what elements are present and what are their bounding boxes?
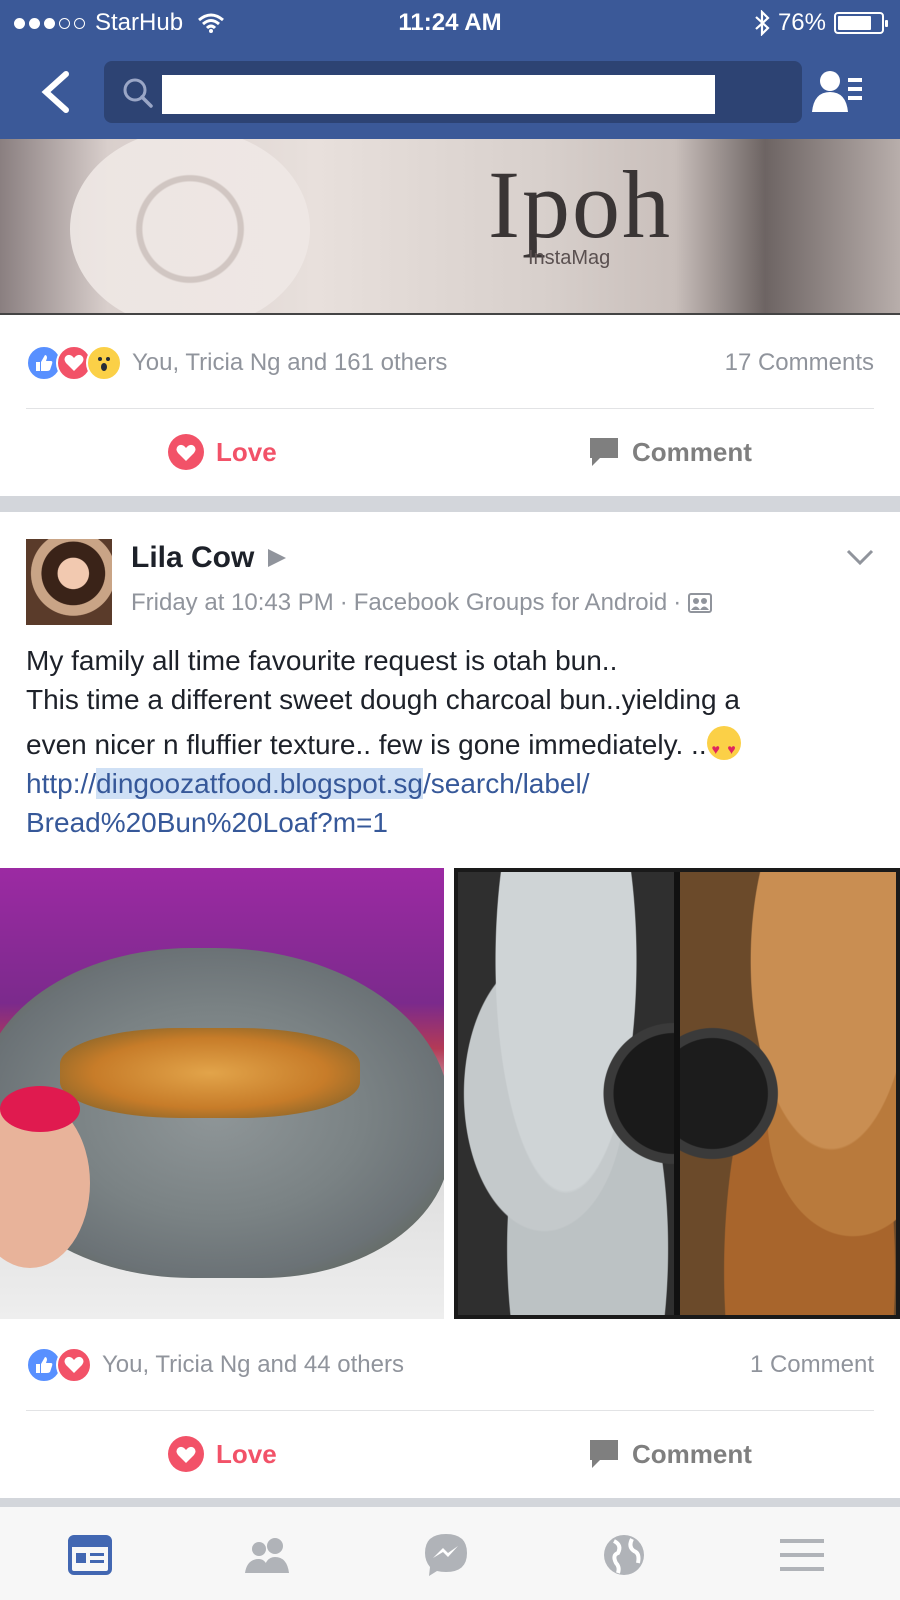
tab-news-feed[interactable] xyxy=(60,1531,120,1579)
post-text-line: My family all time favourite request is … xyxy=(26,645,618,676)
love-label: Love xyxy=(216,436,277,467)
friends-icon xyxy=(245,1538,289,1573)
avatar[interactable] xyxy=(26,539,112,625)
bluetooth-icon xyxy=(755,10,770,36)
lace-decoration xyxy=(70,139,310,313)
post-photo-buns-ring[interactable] xyxy=(454,868,900,1319)
link-highlight[interactable]: dingoozatfood.blogspot.sg xyxy=(96,768,423,799)
post-link[interactable]: http://dingoozatfood.blogspot.sg/search/… xyxy=(26,764,876,803)
back-button[interactable] xyxy=(36,68,76,116)
play-arrow-icon xyxy=(268,549,287,567)
link-prefix[interactable]: http:// xyxy=(26,768,96,799)
battery-percent: 76% xyxy=(777,9,826,36)
friend-requests-icon[interactable] xyxy=(812,68,864,116)
divider xyxy=(26,1410,874,1411)
photo-raw-dough xyxy=(458,872,674,1315)
photo-nail xyxy=(0,1086,80,1132)
tab-friends[interactable] xyxy=(238,1531,298,1579)
feed-separator xyxy=(0,496,900,512)
tab-notifications[interactable] xyxy=(594,1531,654,1579)
post-text-line-with-emoji: even nicer n fluffier texture.. few is g… xyxy=(26,725,876,769)
post-author[interactable]: Lila Cow xyxy=(131,541,288,575)
reaction-left: You, Tricia Ng and 161 others xyxy=(26,345,447,381)
comment-button[interactable]: Comment xyxy=(588,410,752,494)
reactions-text: You, Tricia Ng and 44 others xyxy=(102,1351,404,1378)
reaction-icons xyxy=(26,345,122,381)
reaction-summary[interactable]: You, Tricia Ng and 161 others 17 Comment… xyxy=(26,328,874,398)
news-feed-icon xyxy=(68,1535,112,1575)
post-photo-bun-bite[interactable] xyxy=(0,868,444,1319)
post-text-line: This time a different sweet dough charco… xyxy=(26,684,740,715)
post-text: My family all time favourite request is … xyxy=(26,641,876,842)
top-bar: StarHub 11:24 AM 76% xyxy=(0,0,900,139)
feed-separator xyxy=(0,1498,900,1506)
wow-reaction-icon xyxy=(86,345,122,381)
banner-text: Ipoh xyxy=(488,151,672,258)
link-suffix[interactable]: /search/label/ xyxy=(423,768,590,799)
meta-dot: · xyxy=(339,589,348,616)
post-actions: Love Comment xyxy=(0,410,900,494)
post-actions: Love Comment xyxy=(0,1412,900,1496)
post-image-banner[interactable]: Ipoh InstaMag xyxy=(0,139,900,315)
heart-eyes-emoji-icon xyxy=(706,726,741,769)
search-bar[interactable] xyxy=(104,61,802,123)
reaction-icons xyxy=(26,1347,92,1383)
chevron-down-icon[interactable] xyxy=(846,548,874,566)
post-meta: Friday at 10:43 PM · Facebook Groups for… xyxy=(131,589,713,617)
love-button[interactable]: Love xyxy=(168,410,277,494)
messenger-icon xyxy=(425,1534,467,1576)
comments-count[interactable]: 17 Comments xyxy=(725,349,874,377)
comment-label: Comment xyxy=(632,436,752,467)
comment-button[interactable]: Comment xyxy=(588,1412,752,1496)
comment-icon xyxy=(590,438,618,466)
photo-filling xyxy=(60,1028,360,1118)
group-privacy-icon xyxy=(688,593,713,613)
status-right: 76% xyxy=(754,9,888,37)
status-bar: StarHub 11:24 AM 76% xyxy=(0,0,900,46)
author-name[interactable]: Lila Cow xyxy=(131,541,254,575)
post-time[interactable]: Friday at 10:43 PM xyxy=(131,589,334,617)
comment-icon xyxy=(590,1440,618,1468)
love-icon xyxy=(168,434,204,470)
search-input[interactable] xyxy=(162,75,715,114)
tab-messenger[interactable] xyxy=(416,1531,476,1579)
post-source: Facebook Groups for Android xyxy=(353,589,668,616)
reactions-text: You, Tricia Ng and 161 others xyxy=(132,349,448,376)
post-text-line: even nicer n fluffier texture.. few is g… xyxy=(26,729,707,760)
comments-count[interactable]: 1 Comment xyxy=(750,1351,874,1379)
love-icon xyxy=(168,1436,204,1472)
battery-icon xyxy=(834,12,888,34)
banner-subtext: InstaMag xyxy=(528,247,611,269)
reaction-summary[interactable]: You, Tricia Ng and 44 others 1 Comment xyxy=(26,1330,874,1400)
bottom-tab-bar xyxy=(0,1506,900,1600)
tab-menu[interactable] xyxy=(772,1531,832,1579)
photo-baked-buns xyxy=(680,872,896,1315)
globe-icon xyxy=(604,1535,644,1575)
nav-row xyxy=(0,58,900,126)
divider xyxy=(26,408,874,409)
reaction-left: You, Tricia Ng and 44 others xyxy=(26,1347,404,1383)
menu-icon xyxy=(780,1539,824,1571)
post-link-line2[interactable]: Bread%20Bun%20Loaf?m=1 xyxy=(26,803,876,842)
meta-dot: · xyxy=(673,589,682,616)
comment-label: Comment xyxy=(632,1438,752,1469)
search-icon xyxy=(123,78,153,108)
love-button[interactable]: Love xyxy=(168,1412,277,1496)
love-label: Love xyxy=(216,1438,277,1469)
love-reaction-icon xyxy=(56,1347,92,1383)
